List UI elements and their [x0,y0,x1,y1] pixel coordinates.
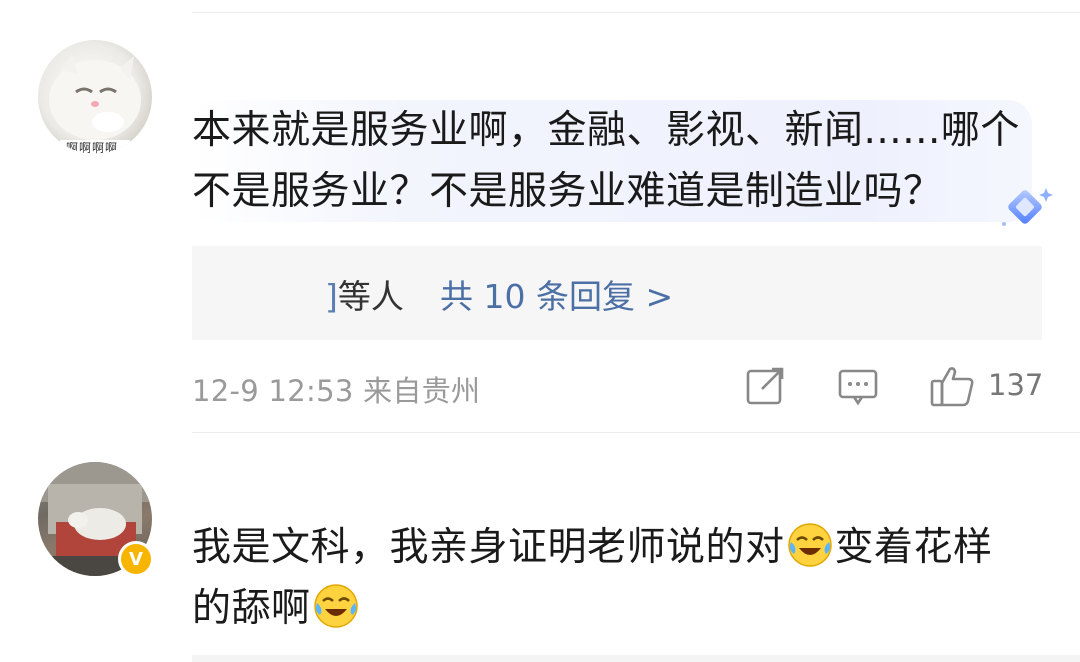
verified-badge: V [118,541,154,577]
like-icon[interactable] [928,363,978,409]
comment-text: 本来就是服务业啊，金融、影视、新闻......哪个不是服务业？不是服务业难道是制… [192,100,1032,222]
comment-feed: 啊啊啊啊 本来就是服务业啊，金融、影视、新闻......哪个不是服务业？不是服务… [0,0,1080,662]
avatar[interactable]: 啊啊啊啊 [38,40,152,154]
replies-preview[interactable]: ]等人 共 10 条回复 > [192,246,1042,340]
like-count: 137 [988,368,1044,402]
comment-icon[interactable] [836,363,882,409]
view-replies-link[interactable]: 共 10 条回复 > [440,270,673,318]
comment-meta: 12-9 12:53 来自贵州 [192,374,481,408]
avatar-caption: 啊啊啊啊 [66,141,119,154]
diamond-icon [1000,186,1054,236]
divider [192,655,1080,662]
share-icon[interactable] [742,363,788,409]
laugh-cry-emoji [787,522,833,568]
reply-users: ]等人 [325,277,404,316]
divider [192,432,1080,433]
comment-text: 我是文科，我亲身证明老师说的对 变着花样的舔啊 [192,517,1032,639]
laugh-cry-emoji [313,583,359,629]
divider [192,12,1080,13]
